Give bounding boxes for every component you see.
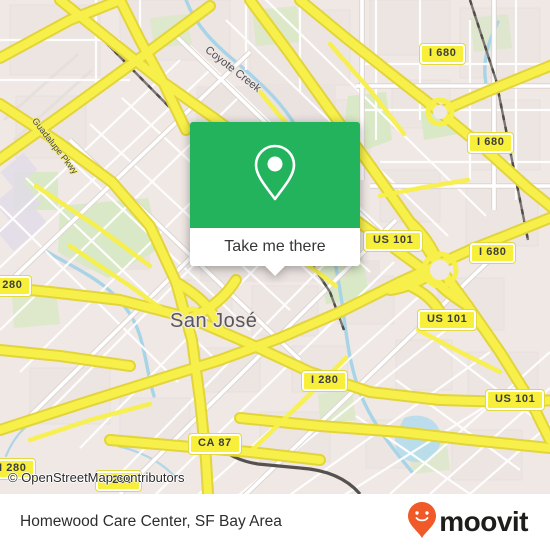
map-canvas[interactable]: San José Coyote Creek Guadalupe Pkwy I 6…: [0, 0, 550, 494]
osm-attribution[interactable]: © OpenStreetMap contributors: [8, 470, 185, 485]
highway-shield: I 680: [468, 242, 517, 264]
take-me-there-label: Take me there: [224, 238, 326, 255]
highway-shield: I 680: [466, 132, 515, 154]
place-title: Homewood Care Center, SF Bay Area: [20, 513, 282, 530]
popup-pointer-tail: [264, 265, 286, 276]
highway-shield: US 101: [416, 309, 478, 331]
highway-shield: I 680: [418, 43, 467, 65]
take-me-there-popup[interactable]: Take me there: [190, 122, 360, 276]
moovit-wordmark: moovit: [439, 506, 528, 537]
moovit-logo[interactable]: moovit: [407, 501, 528, 544]
moovit-smiley-pin-icon: [407, 501, 437, 544]
map-pin-icon: [252, 143, 298, 208]
highway-shield: I 280: [0, 275, 33, 297]
highway-shield: US 101: [484, 389, 546, 411]
take-me-there-button[interactable]: Take me there: [190, 228, 360, 266]
highway-shield: I 280: [300, 370, 349, 392]
map-screen: San José Coyote Creek Guadalupe Pkwy I 6…: [0, 0, 550, 550]
popup-icon-area: [190, 122, 360, 228]
highway-shield: CA 87: [188, 433, 242, 455]
footer-bar: Homewood Care Center, SF Bay Area moovit: [0, 494, 550, 550]
highway-shield: US 101: [362, 230, 424, 252]
